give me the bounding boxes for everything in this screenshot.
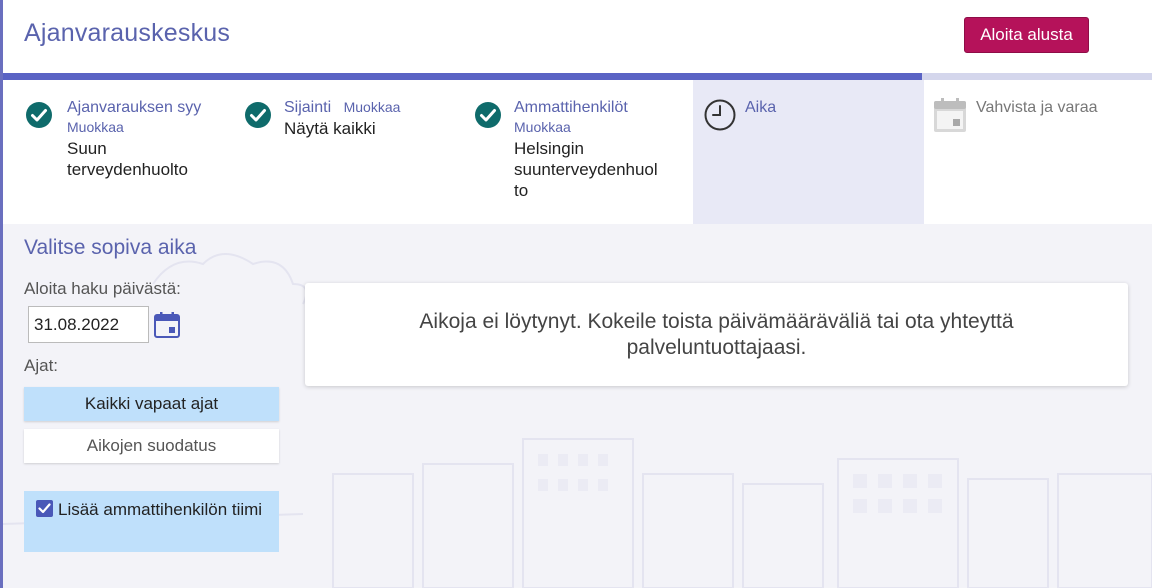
step-value: Suun terveydenhuolto xyxy=(67,138,217,180)
add-team-label: Lisää ammattihenkilön tiimi xyxy=(58,500,263,519)
filter-times-button[interactable]: Aikojen suodatus xyxy=(24,429,279,463)
step-value-line: Näytä kaikki xyxy=(284,119,376,138)
step-label: Aika xyxy=(745,99,777,116)
start-date-input[interactable] xyxy=(28,306,149,343)
step-reason: Ajanvarauksen syy Muokkaa Suun terveyden… xyxy=(3,80,221,224)
check-circle-icon xyxy=(26,102,52,128)
step-location: Sijainti Muokkaa Näytä kaikki xyxy=(221,80,452,224)
booking-steps: Ajanvarauksen syy Muokkaa Suun terveyden… xyxy=(3,80,1152,224)
check-circle-icon xyxy=(475,102,501,128)
times-label: Ajat: xyxy=(24,356,59,375)
time-selection-panel: Valitse sopiva aika Aloita haku päivästä… xyxy=(3,224,1152,588)
step-value-line: Helsingin xyxy=(514,139,584,158)
restart-button[interactable]: Aloita alusta xyxy=(964,17,1089,53)
step-value-line: Suun xyxy=(67,139,107,158)
step-value-line: to xyxy=(514,181,529,200)
step-label: Sijainti xyxy=(284,99,332,116)
edit-link-location[interactable]: Muokkaa xyxy=(344,99,401,115)
start-date-label: Aloita haku päivästä: xyxy=(24,279,181,298)
step-value-line: terveydenhuolto xyxy=(67,160,188,179)
edit-link-professionals[interactable]: Muokkaa xyxy=(514,119,684,135)
app-title: Ajanvarauskeskus xyxy=(24,19,231,47)
step-value-line: suunterveydenhuol xyxy=(514,160,658,179)
progress-bar xyxy=(3,73,1152,80)
step-label: Ajanvarauksen syy xyxy=(67,99,202,116)
step-label: Ammattihenkilöt xyxy=(514,99,628,116)
step-value: Näytä kaikki xyxy=(284,118,449,139)
add-team-option[interactable]: Lisää ammattihenkilön tiimi xyxy=(24,491,279,552)
no-results-text: Aikoja ei löytynyt. Kokeile toista päivä… xyxy=(419,309,1014,359)
clock-icon xyxy=(704,99,736,131)
edit-link-reason[interactable]: Muokkaa xyxy=(67,119,217,135)
step-professionals: Ammattihenkilöt Muokkaa Helsingin suunte… xyxy=(452,80,693,224)
step-value: Helsingin suunterveydenhuol to xyxy=(514,138,684,201)
calendar-icon xyxy=(934,98,966,132)
app-header: Ajanvarauskeskus Aloita alusta xyxy=(3,0,1152,73)
calendar-icon[interactable] xyxy=(154,312,180,338)
all-times-button[interactable]: Kaikki vapaat ajat xyxy=(24,387,279,421)
checkbox-checked-icon[interactable] xyxy=(36,500,53,517)
step-label: Vahvista ja varaa xyxy=(976,99,1098,116)
section-title: Valitse sopiva aika xyxy=(24,236,197,259)
step-time: Aika xyxy=(693,80,924,224)
step-confirm: Vahvista ja varaa xyxy=(924,80,1152,224)
check-circle-icon xyxy=(245,102,271,128)
progress-bar-fill xyxy=(3,73,923,80)
no-results-message: Aikoja ei löytynyt. Kokeile toista päivä… xyxy=(305,283,1128,386)
